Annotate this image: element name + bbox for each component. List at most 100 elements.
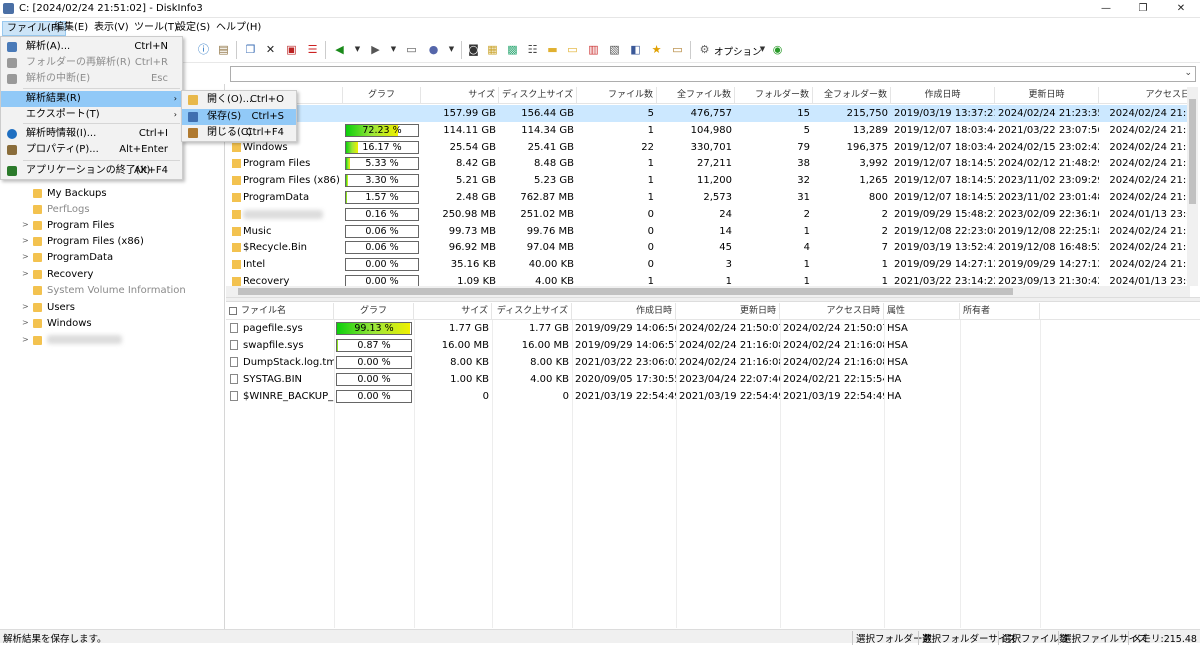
col-graph[interactable]: グラフ bbox=[334, 303, 414, 320]
horizontal-scrollbar[interactable] bbox=[226, 286, 1190, 297]
tree-item[interactable]: >Program Files bbox=[0, 218, 225, 234]
table-row[interactable]: Recovery0.00 %1.09 KB4.00 KB11112021/03/… bbox=[226, 273, 1187, 286]
delete-icon[interactable]: ✕ bbox=[263, 42, 278, 57]
table-row[interactable]: Music0.06 %99.73 MB99.76 MB014122019/12/… bbox=[226, 223, 1187, 240]
checkbox[interactable] bbox=[229, 307, 237, 315]
col-updated[interactable]: 更新日時 bbox=[995, 87, 1099, 104]
submenu-item-1[interactable]: 保存(S)Ctrl+S bbox=[182, 109, 296, 125]
col-created[interactable]: 作成日時 bbox=[572, 303, 676, 320]
table-row[interactable]: $Recycle.Bin0.06 %96.92 MB97.04 MB045472… bbox=[226, 239, 1187, 256]
tree-item[interactable]: >Recovery bbox=[0, 267, 225, 283]
col-size[interactable]: サイズ bbox=[421, 87, 499, 104]
tree-item[interactable]: My Backups bbox=[0, 186, 225, 202]
menu-help[interactable]: ヘルプ(H) bbox=[212, 21, 265, 36]
tree-item[interactable]: PerfLogs bbox=[0, 202, 225, 218]
tree-item[interactable]: >Users bbox=[0, 300, 225, 316]
scroll-thumb[interactable] bbox=[238, 288, 1013, 295]
tree-item[interactable]: >ProgramData bbox=[0, 250, 225, 266]
menu-view[interactable]: 表示(V) bbox=[90, 21, 133, 36]
chevron-right-icon[interactable]: > bbox=[22, 269, 29, 278]
forward-dropdown-icon[interactable]: ▼ bbox=[386, 42, 401, 57]
menu-item-0[interactable]: 解析(A)...Ctrl+N bbox=[1, 39, 182, 55]
back-icon[interactable]: ◀ bbox=[332, 42, 347, 57]
col-accessed[interactable]: アクセス日時 bbox=[780, 303, 884, 320]
table-row[interactable]: DumpStack.log.tmp0.00 %8.00 KB8.00 KB202… bbox=[226, 354, 1200, 371]
forward-icon[interactable]: ▶ bbox=[368, 42, 383, 57]
vertical-scrollbar[interactable] bbox=[1187, 87, 1198, 286]
star-icon[interactable]: ★ bbox=[649, 42, 664, 57]
folder-tree-icon[interactable]: ▦ bbox=[485, 42, 500, 57]
col-disk-size[interactable]: ディスク上サイズ bbox=[499, 87, 577, 104]
scroll-thumb[interactable] bbox=[1189, 99, 1196, 204]
copy-icon[interactable]: ❐ bbox=[243, 42, 258, 57]
tree-item[interactable]: >Program Files (x86) bbox=[0, 234, 225, 250]
table-row[interactable]: $WINRE_BACKUP_P...0.00 %002021/03/19 22:… bbox=[226, 388, 1200, 405]
col-size[interactable]: サイズ bbox=[414, 303, 492, 320]
menu-item-4[interactable]: エクスポート(T)› bbox=[1, 107, 182, 123]
image-icon[interactable]: ▩ bbox=[505, 42, 520, 57]
submenu-item-2[interactable]: 閉じる(C)Ctrl+F4 bbox=[182, 125, 296, 141]
menu-item-7[interactable]: アプリケーションの終了(X)Alt+F4 bbox=[1, 163, 182, 179]
binoculars-icon[interactable]: ◙ bbox=[466, 42, 481, 57]
col-accessed[interactable]: アクセス日時 bbox=[1099, 87, 1187, 104]
chevron-right-icon[interactable]: > bbox=[22, 318, 29, 327]
info-icon[interactable]: ⓘ bbox=[196, 42, 211, 57]
col-disk-size[interactable]: ディスク上サイズ bbox=[492, 303, 572, 320]
table-row[interactable]: Intel0.00 %35.16 KB40.00 KB03112019/09/2… bbox=[226, 256, 1187, 273]
chevron-down-icon[interactable]: ⌄ bbox=[1184, 68, 1192, 78]
table-row[interactable]: SYSTAG.BIN0.00 %1.00 KB4.00 KB2020/09/05… bbox=[226, 371, 1200, 388]
table-row[interactable]: 72.23 %114.11 GB114.34 GB1104,980513,289… bbox=[226, 122, 1187, 139]
close-button[interactable]: ✕ bbox=[1162, 0, 1200, 18]
new-folder-icon[interactable]: ▣ bbox=[284, 42, 299, 57]
chevron-right-icon[interactable]: > bbox=[22, 236, 29, 245]
table-row[interactable]: pagefile.sys99.13 %1.77 GB1.77 GB2019/09… bbox=[226, 320, 1200, 337]
table-row[interactable]: ProgramData1.57 %2.48 GB762.87 MB12,5733… bbox=[226, 189, 1187, 206]
list-numbered-icon[interactable]: ☷ bbox=[525, 42, 540, 57]
user-dropdown-icon[interactable]: ▼ bbox=[444, 42, 459, 57]
table-row[interactable]: Program Files (x86)3.30 %5.21 GB5.23 GB1… bbox=[226, 172, 1187, 189]
chevron-right-icon[interactable]: > bbox=[22, 302, 29, 311]
folder-open-icon[interactable]: ▭ bbox=[565, 42, 580, 57]
path-combobox[interactable]: ⌄ bbox=[230, 66, 1196, 82]
table-row[interactable]: Program Files5.33 %8.42 GB8.48 GB127,211… bbox=[226, 155, 1187, 172]
calendar-icon[interactable]: ▥ bbox=[586, 42, 601, 57]
globe-icon[interactable]: ◉ bbox=[770, 42, 785, 57]
menu-item-5[interactable]: 解析時情報(I)...Ctrl+I bbox=[1, 126, 182, 142]
print-icon[interactable]: ▧ bbox=[607, 42, 622, 57]
chevron-right-icon[interactable]: > bbox=[22, 220, 29, 229]
minimize-button[interactable]: — bbox=[1087, 0, 1125, 18]
option-dropdown-icon[interactable]: ▼ bbox=[755, 42, 770, 57]
table-row[interactable]: 0.16 %250.98 MB251.02 MB024222019/09/29 … bbox=[226, 206, 1187, 223]
col-all-files[interactable]: 全ファイル数 bbox=[657, 87, 735, 104]
tree-item[interactable]: >Windows bbox=[0, 316, 225, 332]
user-icon[interactable]: ● bbox=[426, 42, 441, 57]
gear-icon[interactable]: ⚙ bbox=[697, 42, 712, 57]
export-icon[interactable]: ▭ bbox=[670, 42, 685, 57]
col-files[interactable]: ファイル数 bbox=[577, 87, 657, 104]
folder-icon[interactable]: ▬ bbox=[545, 42, 560, 57]
table-row[interactable]: Windows16.17 %25.54 GB25.41 GB22330,7017… bbox=[226, 139, 1187, 156]
col-filename[interactable]: ファイル名 bbox=[226, 303, 334, 320]
col-all-folders[interactable]: 全フォルダー数 bbox=[813, 87, 891, 104]
tree-item[interactable]: System Volume Information bbox=[0, 283, 225, 299]
report-icon[interactable]: ◧ bbox=[628, 42, 643, 57]
tree-item[interactable]: > bbox=[0, 333, 225, 349]
col-updated[interactable]: 更新日時 bbox=[676, 303, 780, 320]
col-folders[interactable]: フォルダー数 bbox=[735, 87, 813, 104]
pane-splitter[interactable] bbox=[226, 297, 1200, 302]
maximize-button[interactable]: ❐ bbox=[1124, 0, 1162, 18]
table-row[interactable]: swapfile.sys0.87 %16.00 MB16.00 MB2019/0… bbox=[226, 337, 1200, 354]
submenu-item-0[interactable]: 開く(O)...Ctrl+O bbox=[182, 92, 296, 108]
col-created[interactable]: 作成日時 bbox=[891, 87, 995, 104]
menu-edit[interactable]: 編集(E) bbox=[50, 21, 92, 36]
col-graph[interactable]: グラフ bbox=[343, 87, 421, 104]
menu-settings[interactable]: 設定(S) bbox=[172, 21, 214, 36]
menu-item-3[interactable]: 解析結果(R)› bbox=[1, 91, 182, 107]
col-attr[interactable]: 属性 bbox=[884, 303, 960, 320]
chevron-right-icon[interactable]: > bbox=[22, 252, 29, 261]
back-dropdown-icon[interactable]: ▼ bbox=[350, 42, 365, 57]
table-row[interactable]: 157.99 GB156.44 GB5476,75715215,7502019/… bbox=[226, 105, 1187, 122]
chevron-right-icon[interactable]: > bbox=[22, 335, 29, 344]
menu-item-6[interactable]: プロパティ(P)...Alt+Enter bbox=[1, 142, 182, 158]
properties-icon[interactable]: ▤ bbox=[216, 42, 231, 57]
